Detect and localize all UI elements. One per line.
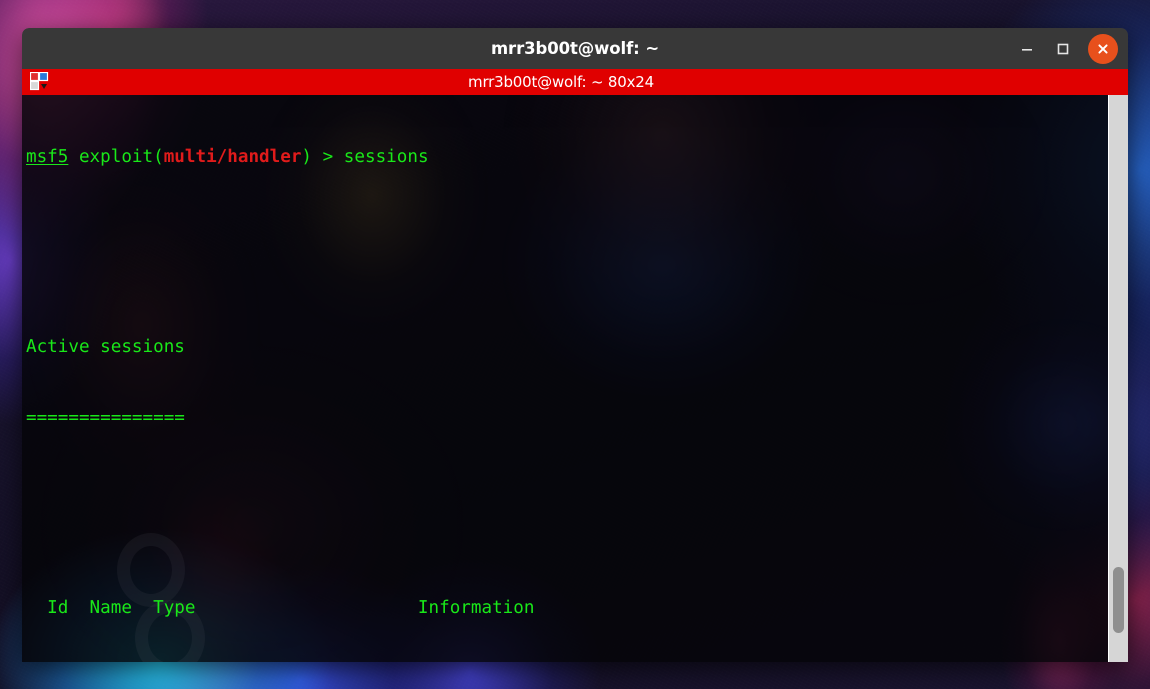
close-button[interactable] <box>1088 33 1118 64</box>
window-controls <box>1010 28 1120 69</box>
terminal-blank-line-1 <box>26 241 895 265</box>
prompt-module: multi/handler <box>163 147 302 168</box>
terminal-scrollbar[interactable] <box>1108 95 1128 662</box>
terminal-tabbar[interactable]: mrr3b00t@wolf: ~ 80x24 <box>22 69 1128 95</box>
session-table-headers: Id Name Type Information <box>26 597 535 618</box>
active-sessions-underline: =============== <box>26 408 185 429</box>
terminal-body[interactable]: msf5 exploit(multi/handler) > sessions A… <box>22 95 1128 662</box>
minimize-button[interactable] <box>1010 32 1044 66</box>
scrollbar-thumb[interactable] <box>1113 567 1124 633</box>
typed-command: sessions <box>343 147 429 168</box>
terminal-blank-line-2 <box>26 502 895 526</box>
terminal-output: msf5 exploit(multi/handler) > sessions A… <box>22 95 895 662</box>
window-titlebar[interactable]: mrr3b00t@wolf: ~ <box>22 28 1128 69</box>
prompt-exploit-open: exploit( <box>68 147 164 168</box>
desktop: mrr3b00t@wolf: ~ mrr3b00t@wolf: ~ 80x24 … <box>0 0 1150 689</box>
window-title: mrr3b00t@wolf: ~ <box>490 39 660 58</box>
close-icon <box>1098 43 1108 54</box>
terminal-window: mrr3b00t@wolf: ~ mrr3b00t@wolf: ~ 80x24 … <box>22 28 1128 662</box>
tab-title: mrr3b00t@wolf: ~ 80x24 <box>468 73 654 91</box>
terminal-line-prompt-command: msf5 exploit(multi/handler) > sessions <box>26 146 895 170</box>
maximize-button[interactable] <box>1046 32 1080 66</box>
prompt-exploit-close: ) > <box>301 147 344 168</box>
chevron-down-icon <box>41 84 47 89</box>
prompt-prefix: msf5 <box>26 147 69 168</box>
active-sessions-heading: Active sessions <box>26 337 185 357</box>
terminal-tabs-icon[interactable] <box>29 71 52 92</box>
